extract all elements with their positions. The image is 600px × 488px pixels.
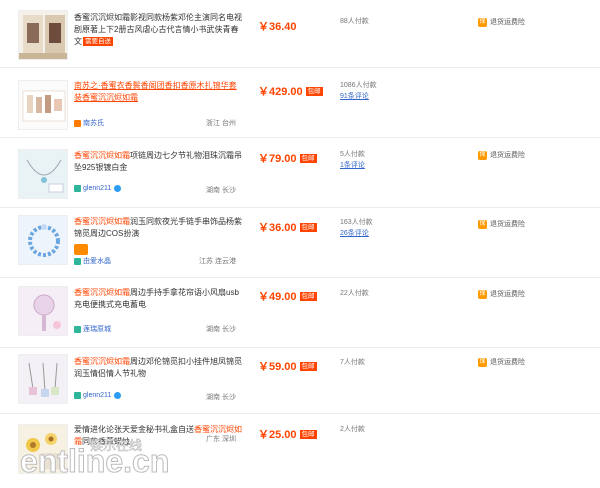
fan-image xyxy=(19,287,67,335)
return-insurance-badge: 保退货运费险 xyxy=(478,150,525,160)
product-title[interactable]: 南苏之·香蜜衣香鬓香阁团香扣香原木扎锦华套装香蜜沉沉烬如霜 xyxy=(74,80,242,104)
seller-location: 湖南 长沙 xyxy=(206,394,236,401)
verified-icon xyxy=(114,392,122,399)
reviews-link[interactable]: 1条评论 xyxy=(340,160,400,171)
store-icon xyxy=(74,185,81,192)
product-title[interactable]: 香蜜沉沉烬如霜项链周边七夕节礼物泪珠沉霜吊坠925银镀白金 xyxy=(74,150,242,174)
shield-icon: 保 xyxy=(478,150,487,160)
necklace-image xyxy=(19,150,67,198)
keychain-image xyxy=(19,355,67,403)
return-insurance-badge: 保退货运费险 xyxy=(478,219,525,229)
sales-count: 88人付款 xyxy=(340,18,369,25)
product-thumbnail[interactable] xyxy=(18,80,68,130)
store-icon xyxy=(74,325,81,333)
product-row[interactable]: 香蜜沉沉烬如霜润玉同款夜光手链手串饰品杨紫锦觅周边COS扮演 由爱水晶 江苏 连… xyxy=(0,208,600,278)
product-price: ￥49.00 包邮 xyxy=(258,291,317,303)
entline-watermark-logo: entline.cn 娱乐在线 xyxy=(20,439,170,480)
product-thumbnail[interactable] xyxy=(18,215,68,265)
shield-icon: 保 xyxy=(478,357,487,367)
seller-location: 浙江 台州 xyxy=(206,120,236,127)
sales-count: 5人付款 1条评论 xyxy=(340,149,400,171)
shield-icon: 保 xyxy=(478,17,487,27)
reviews-link[interactable]: 91条评论 xyxy=(340,91,400,102)
gift-set-image xyxy=(19,81,67,129)
product-row[interactable]: 香蜜沉沉烬如霜影视同款杨紫邓伦主演同名电视剧原著上下2册古风虐心古代言情小书武侠… xyxy=(0,0,600,68)
product-row[interactable]: 南苏之·香蜜衣香鬓香阁团香扣香原木扎锦华套装香蜜沉沉烬如霜 南苏氏 浙江 台州 … xyxy=(0,68,600,138)
product-thumbnail[interactable] xyxy=(18,10,68,60)
product-price: ￥36.40 xyxy=(258,21,297,33)
product-row[interactable]: 香蜜沉沉烬如霜周边手持手拿花帘语小风扇usb充电便携式充电蓄电 莲瑞原城 湖南 … xyxy=(0,278,600,348)
promo-tag: 需要自送 xyxy=(83,37,113,46)
product-thumbnail[interactable] xyxy=(18,149,68,199)
sales-count: 22人付款 xyxy=(340,290,369,297)
free-shipping-tag: 包邮 xyxy=(299,430,317,439)
free-shipping-tag: 包邮 xyxy=(305,87,323,96)
product-price: ￥59.00 包邮 xyxy=(258,361,317,373)
seller-location: 湖南 长沙 xyxy=(206,187,236,194)
product-thumbnail[interactable] xyxy=(18,286,68,336)
sales-count: 1086人付款 91条评论 xyxy=(340,80,400,102)
store-icon xyxy=(74,392,81,399)
free-shipping-tag: 包邮 xyxy=(299,223,317,232)
free-shipping-tag: 包邮 xyxy=(299,292,317,301)
product-price: ￥79.00 包邮 xyxy=(258,153,317,165)
seller-location: 广东 深圳 xyxy=(206,436,236,443)
store-badge-icon xyxy=(74,244,88,255)
seller-link[interactable]: 莲瑞原城 xyxy=(74,324,111,334)
bracelet-image xyxy=(19,216,67,264)
book-cover-image xyxy=(19,11,67,59)
shield-icon: 保 xyxy=(478,219,487,229)
seller-link[interactable]: glenn211 xyxy=(74,392,122,399)
product-price: ￥36.00 包邮 xyxy=(258,222,317,234)
return-insurance-badge: 保退货运费险 xyxy=(478,289,525,299)
product-title[interactable]: 香蜜沉沉烬如霜润玉同款夜光手链手串饰品杨紫锦觅周边COS扮演 xyxy=(74,216,242,240)
seller-location: 江苏 连云港 xyxy=(199,258,236,265)
sales-count: 7人付款 xyxy=(340,359,365,366)
return-insurance-badge: 保退货运费险 xyxy=(478,357,525,367)
product-row[interactable]: 香蜜沉沉烬如霜项链周边七夕节礼物泪珠沉霜吊坠925银镀白金 glenn211 湖… xyxy=(0,138,600,208)
seller-link[interactable]: glenn211 xyxy=(74,185,122,192)
watermark-subtext: 娱乐在线 xyxy=(90,439,142,454)
watermark: entline.cn 娱乐在线 xyxy=(20,430,180,480)
free-shipping-tag: 包邮 xyxy=(299,362,317,371)
product-title[interactable]: 香蜜沉沉烬如霜周边邓伦锦觅扣小挂件旭凤锦觅润玉情侣情人节礼物 xyxy=(74,356,242,380)
product-thumbnail[interactable] xyxy=(18,354,68,404)
product-price: ￥429.00 包邮 xyxy=(258,86,323,98)
sales-count: 2人付款 xyxy=(340,426,365,433)
verified-icon xyxy=(114,185,122,192)
product-title[interactable]: 香蜜沉沉烬如霜周边手持手拿花帘语小风扇usb充电便携式充电蓄电 xyxy=(74,287,242,311)
return-insurance-badge: 保退货运费险 xyxy=(478,17,525,27)
product-row[interactable]: 香蜜沉沉烬如霜周边邓伦锦觅扣小挂件旭凤锦觅润玉情侣情人节礼物 glenn211 … xyxy=(0,348,600,414)
seller-link[interactable]: 由爱水晶 xyxy=(74,256,111,266)
shield-icon: 保 xyxy=(478,289,487,299)
sales-count: 163人付款 26条评论 xyxy=(340,217,400,239)
product-title[interactable]: 香蜜沉沉烬如霜影视同款杨紫邓伦主演同名电视剧原著上下2册古风虐心古代言情小书武侠… xyxy=(74,12,242,48)
store-icon xyxy=(74,257,81,265)
seller-location: 湖南 长沙 xyxy=(206,326,236,333)
store-icon xyxy=(74,119,81,127)
reviews-link[interactable]: 26条评论 xyxy=(340,228,400,239)
seller-link[interactable]: 南苏氏 xyxy=(74,118,104,128)
product-price: ￥25.00 包邮 xyxy=(258,429,317,441)
free-shipping-tag: 包邮 xyxy=(299,154,317,163)
